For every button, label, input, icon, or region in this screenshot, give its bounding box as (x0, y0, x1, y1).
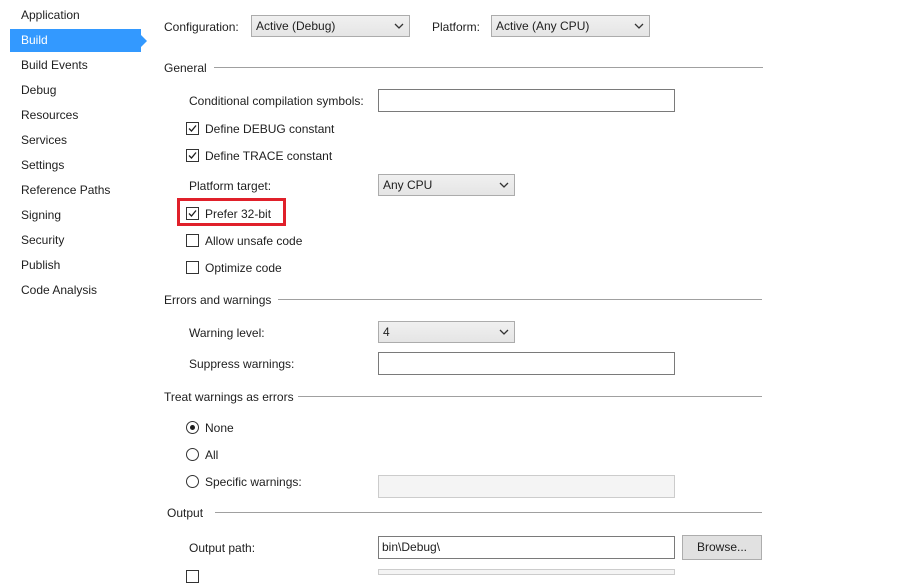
configuration-value: Active (Debug) (256, 19, 336, 33)
platform-label: Platform: (432, 20, 481, 34)
output-path-label: Output path: (189, 541, 256, 555)
configuration-dropdown[interactable]: Active (Debug) (251, 15, 410, 37)
sidebar-item-resources[interactable]: Resources (10, 104, 141, 127)
treat-none-label: None (205, 421, 234, 435)
sidebar-item-build[interactable]: Build (10, 29, 147, 52)
sidebar-item-services[interactable]: Services (10, 129, 141, 152)
prefer-32-bit-label: Prefer 32-bit (205, 207, 272, 221)
sidebar-item-application[interactable]: Application (10, 4, 141, 27)
sidebar-item-signing[interactable]: Signing (10, 204, 141, 227)
define-debug-checkbox[interactable] (186, 122, 199, 135)
treat-none-radio[interactable] (186, 421, 199, 434)
sidebar-item-settings[interactable]: Settings (10, 154, 141, 177)
next-row-input[interactable] (378, 569, 675, 575)
treat-specific-radio[interactable] (186, 475, 199, 488)
allow-unsafe-label: Allow unsafe code (205, 234, 303, 248)
define-trace-label: Define TRACE constant (205, 149, 333, 163)
sidebar-item-debug[interactable]: Debug (10, 79, 141, 102)
warning-level-label: Warning level: (189, 326, 265, 340)
checkmark-icon (188, 125, 197, 132)
treat-specific-label: Specific warnings: (205, 475, 302, 489)
chevron-down-icon (634, 23, 644, 30)
configuration-label: Configuration: (164, 20, 239, 34)
warning-level-dropdown[interactable]: 4 (378, 321, 515, 343)
section-divider (214, 67, 763, 68)
treat-all-label: All (205, 448, 219, 462)
sidebar-item-publish[interactable]: Publish (10, 254, 141, 277)
conditional-symbols-input[interactable] (378, 89, 675, 112)
warning-level-value: 4 (383, 325, 390, 339)
section-title-errors-warnings: Errors and warnings (164, 293, 272, 307)
allow-unsafe-checkbox[interactable] (186, 234, 199, 247)
sidebar-item-code-analysis[interactable]: Code Analysis (10, 279, 141, 302)
optimize-code-checkbox[interactable] (186, 261, 199, 274)
output-path-input[interactable]: bin\Debug\ (378, 536, 675, 559)
radio-selected-dot (190, 425, 195, 430)
section-divider (298, 396, 762, 397)
section-title-output: Output (167, 506, 204, 520)
sidebar-nav: Application Build Build Events Debug Res… (0, 0, 150, 575)
chevron-down-icon (499, 182, 509, 189)
specific-warnings-input[interactable] (378, 475, 675, 498)
sidebar-item-reference-paths[interactable]: Reference Paths (10, 179, 141, 202)
define-trace-checkbox[interactable] (186, 149, 199, 162)
sidebar-item-build-events[interactable]: Build Events (10, 54, 141, 77)
platform-target-dropdown[interactable]: Any CPU (378, 174, 515, 196)
sidebar-item-security[interactable]: Security (10, 229, 141, 252)
platform-target-value: Any CPU (383, 178, 433, 192)
chevron-down-icon (499, 329, 509, 336)
treat-all-radio[interactable] (186, 448, 199, 461)
conditional-symbols-label: Conditional compilation symbols: (189, 94, 364, 108)
optimize-code-label: Optimize code (205, 261, 282, 275)
checkmark-icon (188, 210, 197, 217)
browse-button[interactable]: Browse... (682, 535, 762, 560)
prefer-32-bit-checkbox[interactable] (186, 207, 199, 220)
section-title-general: General (164, 61, 207, 75)
platform-value: Active (Any CPU) (496, 19, 590, 33)
checkmark-icon (188, 152, 197, 159)
section-divider (278, 299, 762, 300)
suppress-warnings-input[interactable] (378, 352, 675, 375)
suppress-warnings-label: Suppress warnings: (189, 357, 295, 371)
platform-dropdown[interactable]: Active (Any CPU) (491, 15, 650, 37)
platform-target-label: Platform target: (189, 179, 272, 193)
chevron-down-icon (394, 23, 404, 30)
section-title-treat-warnings: Treat warnings as errors (164, 390, 294, 404)
next-row-checkbox[interactable] (186, 570, 199, 583)
section-divider (215, 512, 762, 513)
define-debug-label: Define DEBUG constant (205, 122, 335, 136)
